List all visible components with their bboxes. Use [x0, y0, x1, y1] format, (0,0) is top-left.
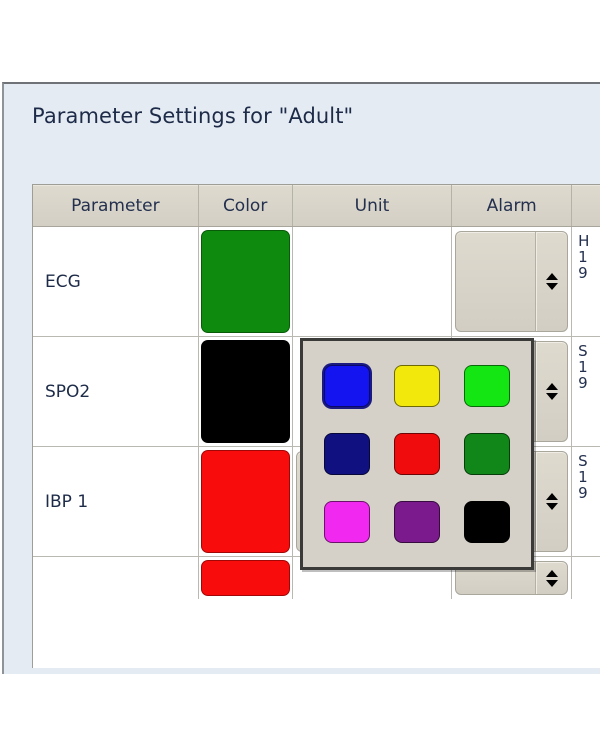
color-option-dark-green[interactable] — [455, 423, 519, 485]
color-picker-popup[interactable] — [300, 338, 534, 570]
color-swatch-button[interactable] — [200, 560, 290, 596]
chevron-up-icon — [546, 493, 559, 500]
color-option-magenta[interactable] — [315, 491, 379, 553]
cell-extra: H 1 9 — [572, 227, 600, 336]
cell-unit[interactable] — [292, 227, 453, 336]
cell-alarm[interactable] — [452, 227, 573, 336]
cell-color[interactable] — [198, 227, 293, 336]
column-header-extra[interactable] — [572, 185, 600, 226]
color-swatch-button[interactable] — [200, 450, 290, 553]
cell-color[interactable] — [198, 337, 293, 446]
color-option-red[interactable] — [385, 423, 449, 485]
color-option-black[interactable] — [455, 491, 519, 553]
color-swatch-red[interactable] — [394, 433, 440, 475]
parameter-settings-dialog: Parameter Settings for "Adult" Parameter… — [2, 82, 600, 674]
page-title: Parameter Settings for "Adult" — [32, 104, 354, 128]
chevron-up-icon — [546, 383, 559, 390]
alarm-stepper[interactable] — [536, 232, 567, 331]
color-swatch-yellow[interactable] — [394, 365, 440, 407]
cell-parameter-name — [33, 557, 199, 599]
cell-parameter-name: ECG — [33, 227, 199, 336]
color-swatch-navy[interactable] — [324, 433, 370, 475]
color-swatch-dark-green[interactable] — [464, 433, 510, 475]
column-header-unit[interactable]: Unit — [292, 185, 453, 226]
chevron-down-icon — [546, 393, 559, 400]
chevron-up-icon — [546, 273, 559, 280]
alarm-value — [456, 232, 537, 331]
color-swatch-blue[interactable] — [324, 365, 370, 407]
extra-value: S 1 9 — [578, 453, 588, 501]
chevron-down-icon — [546, 579, 559, 587]
cell-parameter-name: SPO2 — [33, 337, 199, 446]
table-header-row: Parameter Color Unit Alarm — [33, 185, 600, 227]
chevron-up-icon — [546, 569, 559, 577]
chevron-down-icon — [546, 283, 559, 290]
cell-extra: S 1 9 — [572, 447, 600, 556]
color-option-bright-green[interactable] — [455, 355, 519, 417]
extra-value: H 1 9 — [578, 233, 590, 281]
cell-color[interactable] — [198, 557, 293, 599]
extra-value: S 1 9 — [578, 343, 588, 391]
alarm-stepper[interactable] — [536, 342, 567, 441]
cell-color[interactable] — [198, 447, 293, 556]
color-swatch-button[interactable] — [200, 340, 290, 443]
cell-extra — [572, 557, 600, 599]
alarm-stepper[interactable] — [536, 562, 567, 594]
cell-parameter-name: IBP 1 — [33, 447, 199, 556]
cell-extra: S 1 9 — [572, 337, 600, 446]
color-option-navy[interactable] — [315, 423, 379, 485]
color-option-yellow[interactable] — [385, 355, 449, 417]
color-swatch-magenta[interactable] — [324, 501, 370, 543]
color-swatch-black[interactable] — [464, 501, 510, 543]
column-header-parameter[interactable]: Parameter — [33, 185, 199, 226]
table-row: ECG H 1 9 — [33, 227, 600, 337]
column-header-alarm[interactable]: Alarm — [452, 185, 573, 226]
alarm-stepper[interactable] — [536, 452, 567, 551]
color-swatch-purple[interactable] — [394, 501, 440, 543]
color-swatch-button[interactable] — [200, 230, 290, 333]
screen: Parameter Settings for "Adult" Parameter… — [0, 0, 600, 752]
color-swatch-bright-green[interactable] — [464, 365, 510, 407]
chevron-down-icon — [546, 503, 559, 510]
color-picker-grid — [303, 341, 531, 567]
color-option-blue[interactable] — [315, 355, 379, 417]
color-option-purple[interactable] — [385, 491, 449, 553]
alarm-selector[interactable] — [455, 231, 569, 332]
column-header-color[interactable]: Color — [198, 185, 293, 226]
